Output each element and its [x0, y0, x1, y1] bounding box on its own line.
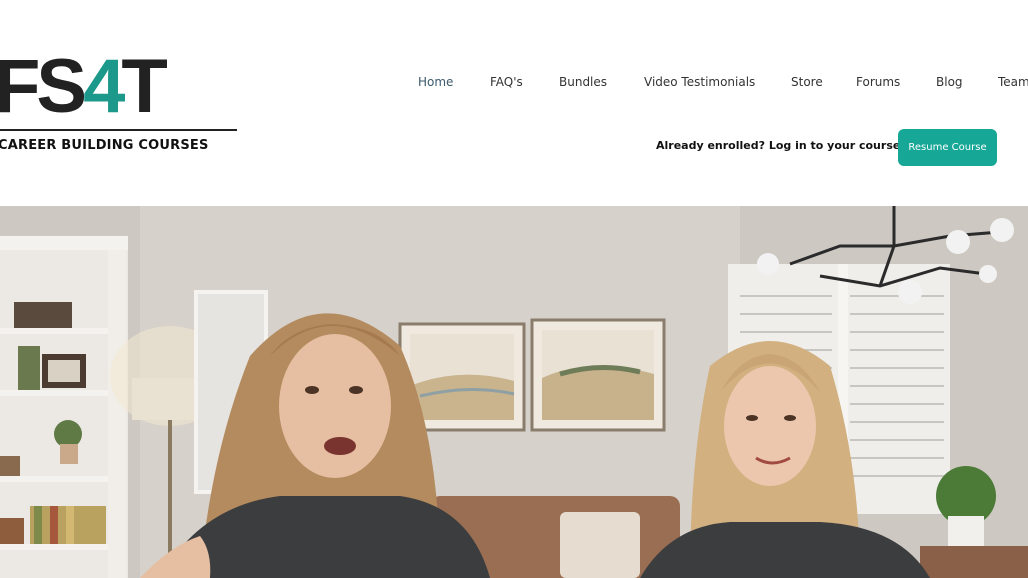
nav-store[interactable]: Store: [791, 75, 823, 89]
nav-team[interactable]: Team: [998, 75, 1028, 89]
resume-course-button[interactable]: Resume Course: [898, 129, 997, 166]
enrolled-prompt: Already enrolled? Log in to your course: [656, 139, 901, 152]
nav-video-testimonials[interactable]: Video Testimonials: [644, 75, 755, 89]
nav-home[interactable]: Home: [418, 75, 453, 89]
wall-art: [398, 318, 666, 432]
hero-video[interactable]: [0, 206, 1028, 578]
nav-blog[interactable]: Blog: [936, 75, 963, 89]
logo[interactable]: FS4T CAREER BUILDING COURSES: [0, 49, 240, 162]
nav-bundles[interactable]: Bundles: [559, 75, 607, 89]
logo-divider: [0, 129, 237, 131]
logo-tagline: CAREER BUILDING COURSES: [0, 138, 209, 153]
nav-forums[interactable]: Forums: [856, 75, 900, 89]
bookshelf: [0, 236, 128, 578]
nav-faqs[interactable]: FAQ's: [490, 75, 523, 89]
main-nav: Home FAQ's Bundles Video Testimonials St…: [0, 75, 1028, 93]
site-header: FS4T CAREER BUILDING COURSES Home FAQ's …: [0, 0, 1028, 206]
hero-scene: [0, 206, 1028, 578]
